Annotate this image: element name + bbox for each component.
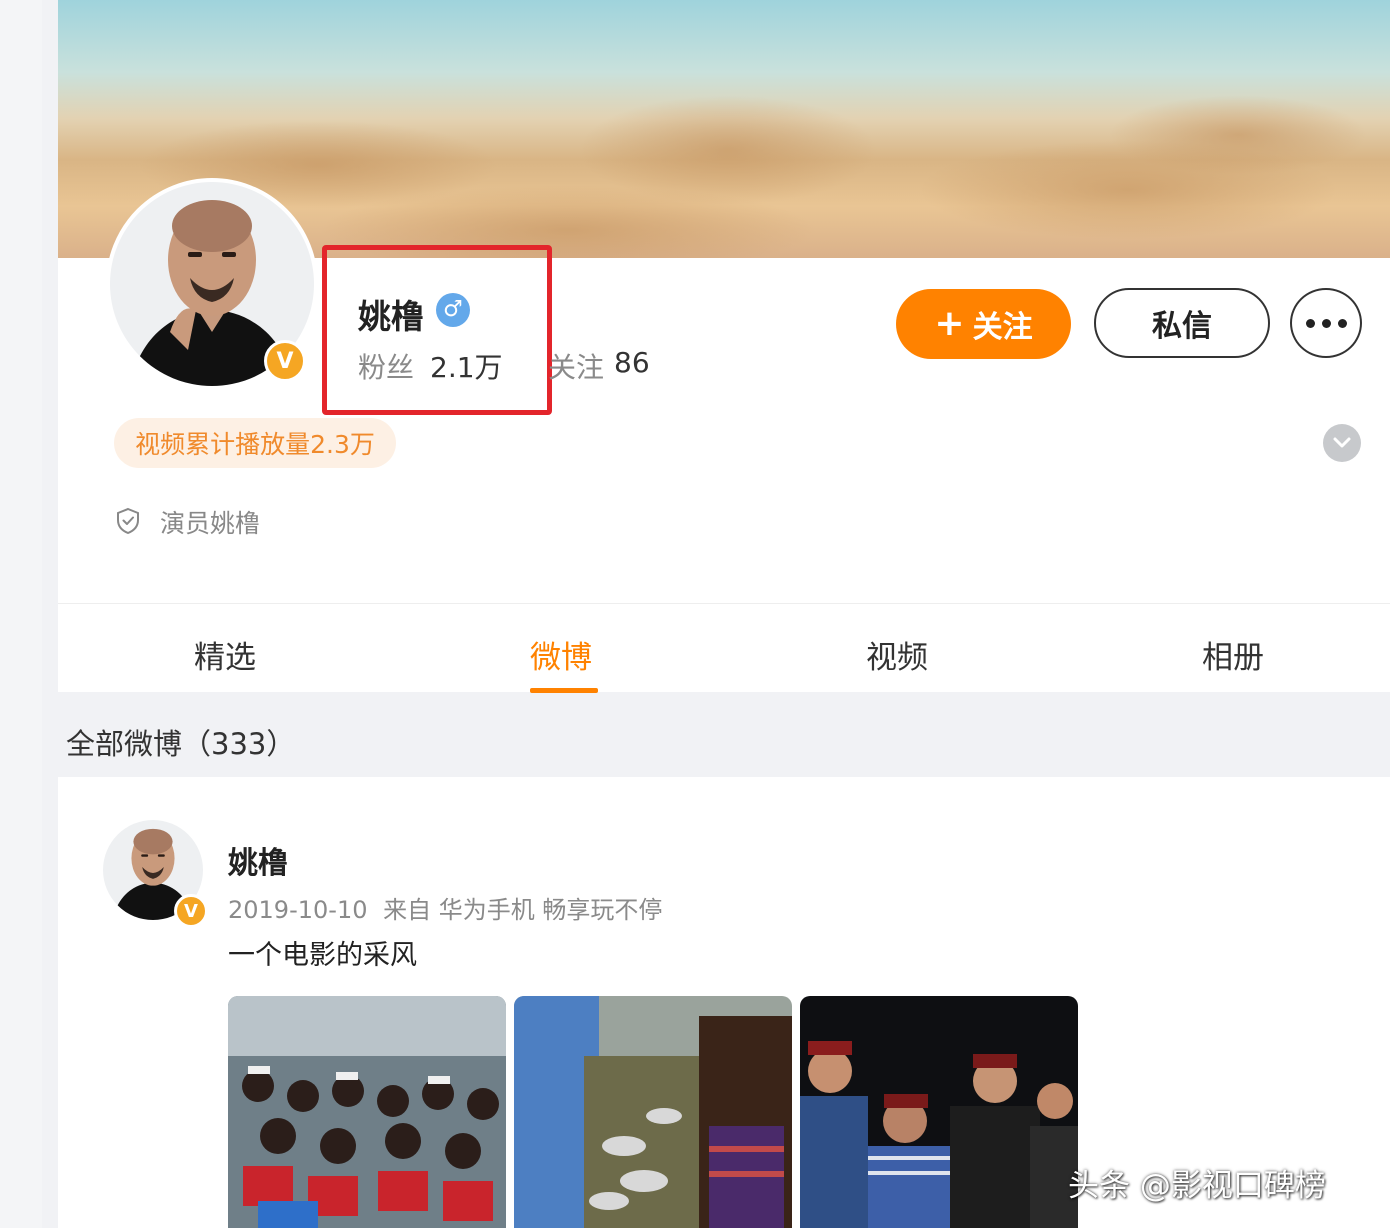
active-tab-indicator: [530, 688, 598, 693]
post-date[interactable]: 2019-10-10: [228, 896, 367, 924]
certification-text: 演员姚橹: [160, 509, 261, 538]
post-photo-3[interactable]: [800, 996, 1078, 1228]
post-photo-2[interactable]: [514, 996, 792, 1228]
follow-button[interactable]: + 关注: [896, 289, 1071, 359]
post-author-name[interactable]: 姚橹: [228, 838, 288, 882]
fans-label[interactable]: 粉丝: [358, 346, 414, 386]
male-icon: ♂: [436, 293, 470, 327]
play-count-tag: 视频累计播放量2.3万: [114, 418, 396, 468]
tab-featured[interactable]: 精选: [194, 632, 256, 677]
following-label[interactable]: 关注: [548, 346, 604, 386]
post-text: 一个电影的采风: [228, 940, 417, 971]
shield-check-icon: [117, 507, 139, 535]
fans-count[interactable]: 2.1万: [430, 346, 503, 386]
tab-weibo[interactable]: 微博: [530, 632, 592, 677]
following-count[interactable]: 86: [614, 346, 650, 379]
post-meta: 2019-10-10 来自 华为手机 畅享玩不停: [228, 890, 662, 925]
post-source: 来自 华为手机 畅享玩不停: [383, 896, 663, 924]
chevron-down-icon[interactable]: [1323, 424, 1361, 462]
plus-icon: +: [934, 303, 965, 344]
message-button[interactable]: 私信: [1094, 288, 1270, 358]
tab-albums[interactable]: 相册: [1202, 632, 1264, 677]
follow-button-label: 关注: [972, 310, 1033, 345]
post-photo-1[interactable]: [228, 996, 506, 1228]
more-dots-icon[interactable]: [1290, 288, 1362, 358]
highlight-box: [322, 245, 552, 415]
tabs-divider: [58, 603, 1390, 604]
left-gutter: [0, 0, 42, 1228]
tab-videos[interactable]: 视频: [866, 632, 928, 677]
post-verified-badge-icon: V: [174, 894, 208, 928]
verified-badge-icon: V: [264, 340, 306, 382]
watermark-text: 头条 @影视口碑榜: [1068, 1168, 1326, 1204]
all-weibo-heading: 全部微博（333）: [66, 727, 296, 761]
profile-name: 姚橹: [358, 297, 424, 336]
message-button-label: 私信: [1152, 309, 1212, 344]
